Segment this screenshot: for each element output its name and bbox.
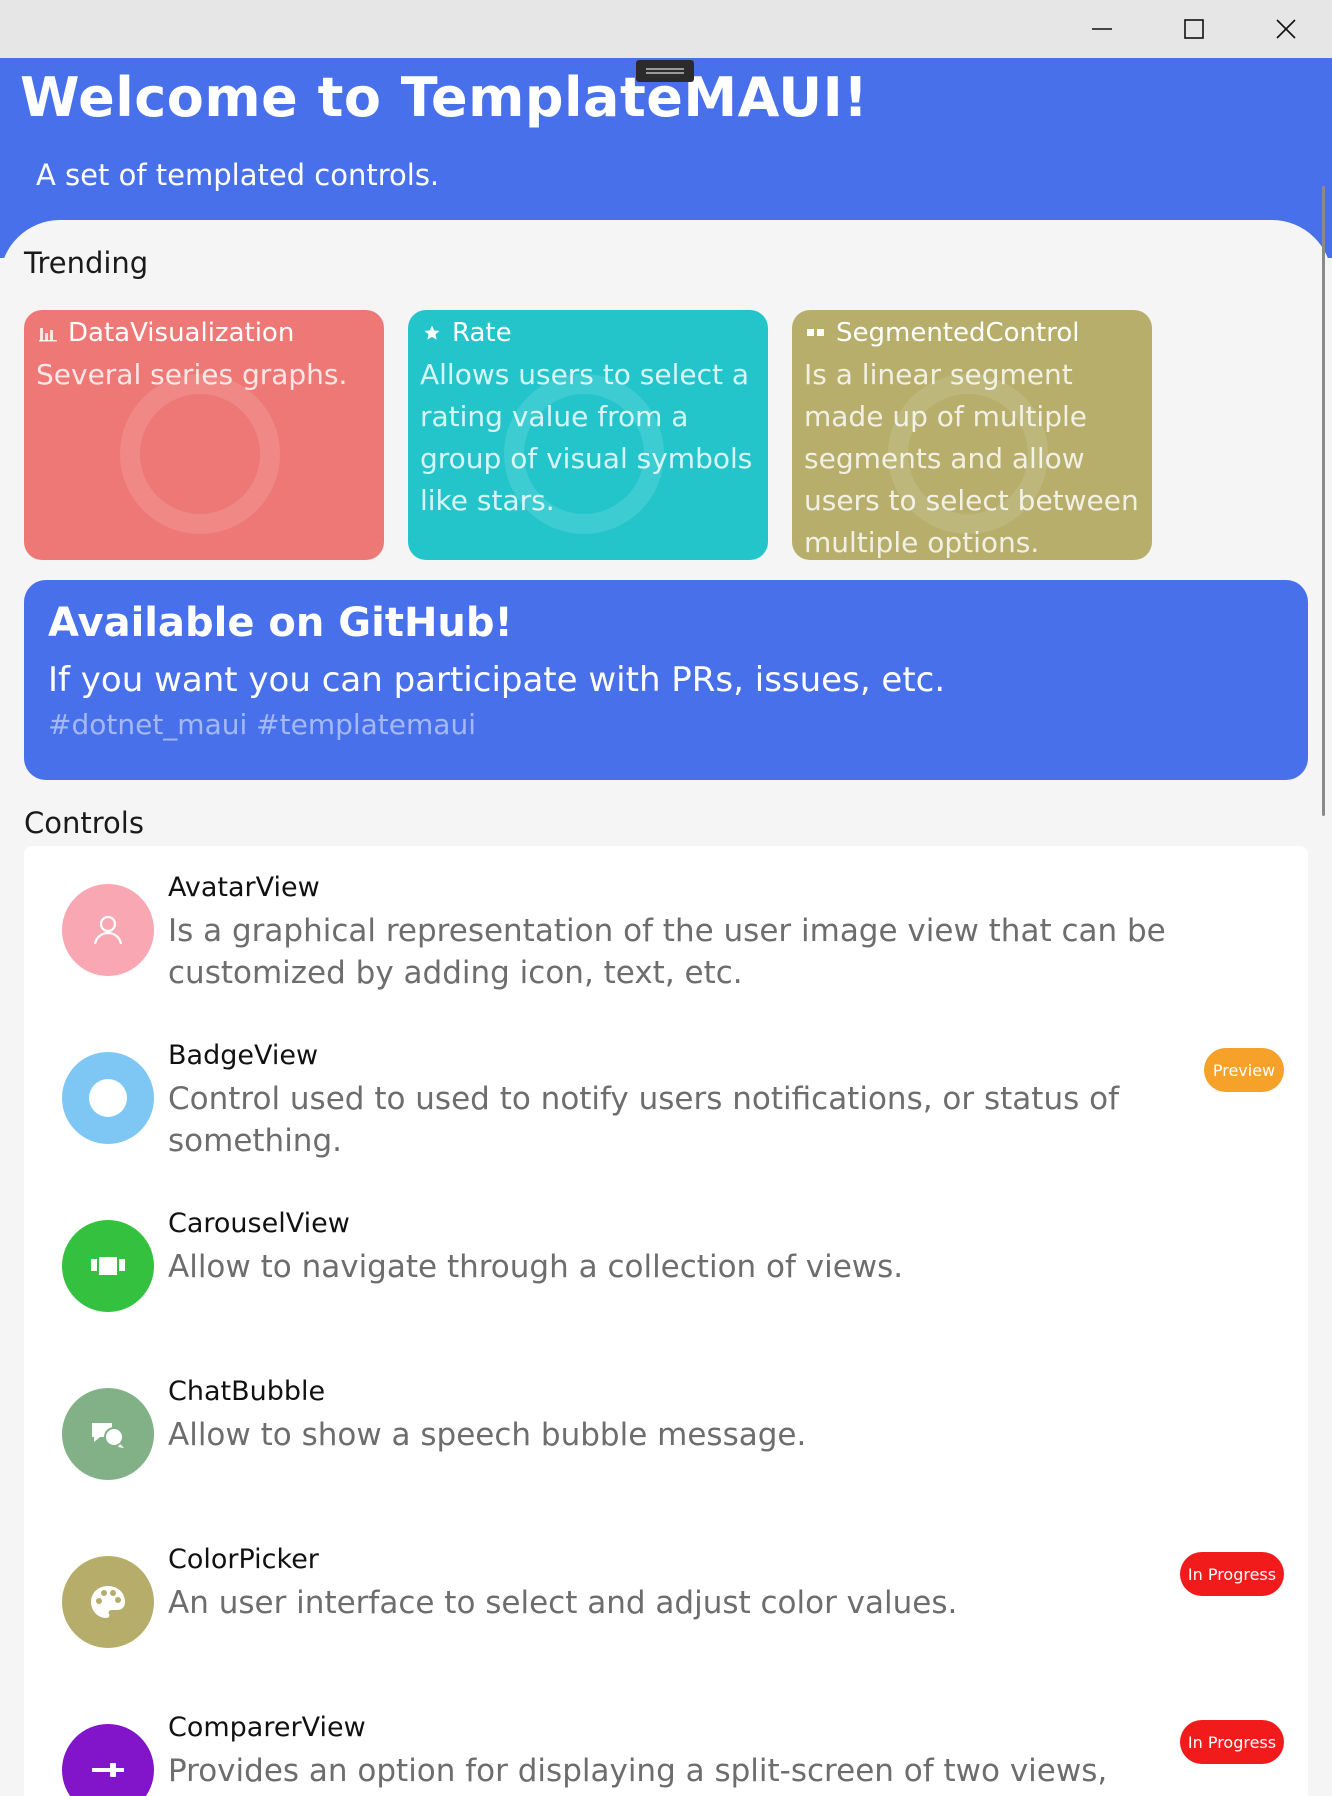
minimize-icon [1092, 28, 1112, 30]
maximize-icon [1184, 19, 1204, 39]
trending-card-rate[interactable]: Rate Allows users to select a rating val… [408, 310, 768, 560]
card-description: Is a linear segment made up of multiple … [804, 358, 1139, 559]
item-description: An user interface to select and adjust c… [168, 1585, 958, 1621]
trending-card-datavisualization[interactable]: DataVisualization Several series graphs. [24, 310, 384, 560]
dot-icon [62, 1052, 154, 1144]
status-badge: In Progress [1180, 1720, 1284, 1764]
item-description: Provides an option for displaying a spli… [168, 1753, 1108, 1796]
close-button[interactable] [1240, 0, 1332, 58]
item-title: ComparerView [168, 1712, 366, 1743]
user-icon [62, 884, 154, 976]
list-item-chatbubble[interactable]: ChatBubble Allow to show a speech bubble… [24, 1350, 1308, 1518]
window-titlebar [0, 0, 1332, 58]
content-panel: Trending DataVisualization Several serie… [0, 220, 1332, 1796]
controls-title: Controls [24, 806, 144, 840]
star-icon [422, 323, 442, 343]
item-description: Control used to used to notify users not… [168, 1081, 1119, 1159]
chat-icon [62, 1388, 154, 1480]
card-label: Rate [452, 318, 512, 348]
segments-icon [806, 323, 826, 343]
card-label: SegmentedControl [836, 318, 1080, 348]
github-title: Available on GitHub! [48, 600, 513, 646]
list-item-colorpicker[interactable]: ColorPicker An user interface to select … [24, 1518, 1308, 1686]
github-description: If you want you can participate with PRs… [48, 660, 946, 700]
list-item-carouselview[interactable]: CarouselView Allow to navigate through a… [24, 1182, 1308, 1350]
item-description: Is a graphical representation of the use… [168, 913, 1166, 991]
github-tags: #dotnet_maui #templatemaui [48, 708, 476, 741]
card-decoration [120, 374, 280, 534]
carousel-icon [62, 1220, 154, 1312]
status-badge: Preview [1204, 1048, 1284, 1092]
item-title: ColorPicker [168, 1544, 319, 1575]
card-description: Several series graphs. [36, 358, 348, 391]
item-description: Allow to navigate through a collection o… [168, 1249, 904, 1285]
controls-list: AvatarView Is a graphical representation… [24, 846, 1308, 1796]
close-icon [1276, 19, 1296, 39]
card-description: Allows users to select a rating value fr… [420, 358, 753, 517]
page-subtitle: A set of templated controls. [36, 158, 440, 192]
item-title: BadgeView [168, 1040, 319, 1071]
trending-title: Trending [24, 246, 149, 280]
item-description: Allow to show a speech bubble message. [168, 1417, 807, 1453]
list-item-badgeview[interactable]: BadgeView Control used to used to notify… [24, 1014, 1308, 1182]
item-title: CarouselView [168, 1208, 350, 1239]
slider-icon [62, 1724, 154, 1796]
palette-icon [62, 1556, 154, 1648]
list-item-comparerview[interactable]: ComparerView Provides an option for disp… [24, 1686, 1308, 1796]
card-label: DataVisualization [68, 318, 295, 348]
vertical-scrollbar[interactable] [1322, 186, 1325, 816]
drag-handle[interactable] [636, 60, 694, 82]
trending-card-segmentedcontrol[interactable]: SegmentedControl Is a linear segment mad… [792, 310, 1152, 560]
bar-chart-icon [38, 323, 58, 343]
github-banner[interactable]: Available on GitHub! If you want you can… [24, 580, 1308, 780]
maximize-button[interactable] [1148, 0, 1240, 58]
list-item-avatarview[interactable]: AvatarView Is a graphical representation… [24, 846, 1308, 1014]
item-title: ChatBubble [168, 1376, 326, 1407]
minimize-button[interactable] [1056, 0, 1148, 58]
item-title: AvatarView [168, 872, 320, 903]
status-badge: In Progress [1180, 1552, 1284, 1596]
page-title: Welcome to TemplateMAUI! [20, 66, 869, 129]
